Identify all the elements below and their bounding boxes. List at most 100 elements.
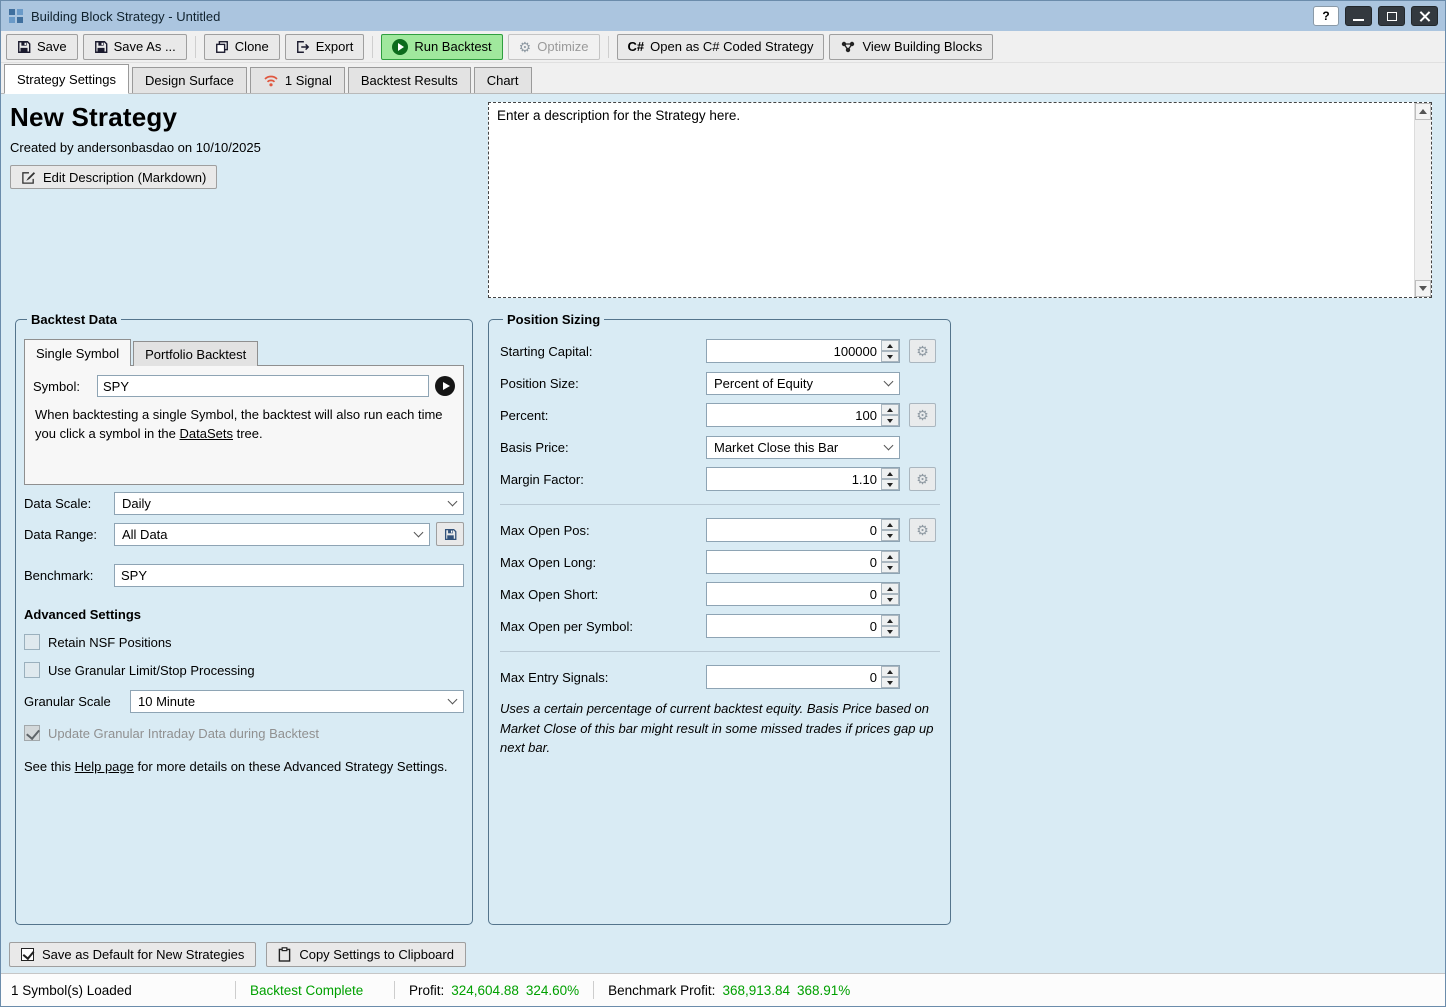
minimize-button[interactable] [1345, 6, 1372, 26]
decrement-button[interactable] [881, 351, 899, 362]
data-range-dropdown[interactable]: All Data [114, 523, 430, 546]
separator [500, 504, 940, 505]
decrement-button[interactable] [881, 530, 899, 541]
up-arrow-icon [887, 587, 893, 591]
created-by-text: Created by andersonbasdao on 10/10/2025 [10, 140, 470, 155]
scroll-track[interactable] [1415, 120, 1431, 280]
data-range-label: Data Range: [24, 527, 114, 542]
separator [500, 651, 940, 652]
copy-settings-button[interactable]: Copy Settings to Clipboard [266, 942, 466, 967]
symbol-go-button[interactable] [435, 376, 455, 396]
retain-nsf-checkbox[interactable]: Retain NSF Positions [24, 634, 464, 650]
view-building-blocks-label: View Building Blocks [862, 39, 982, 54]
backtest-data-title: Backtest Data [27, 312, 121, 327]
run-backtest-button[interactable]: Run Backtest [381, 34, 502, 60]
granular-scale-value: 10 Minute [138, 694, 195, 709]
description-textarea[interactable]: Enter a description for the Strategy her… [489, 103, 1414, 297]
single-symbol-panel: Symbol: When backtesting a single Symbol… [24, 365, 464, 485]
down-arrow-icon [887, 419, 893, 423]
save-button[interactable]: Save [6, 34, 78, 60]
position-size-label: Position Size: [500, 376, 706, 391]
basis-price-dropdown[interactable]: Market Close this Bar [706, 436, 900, 459]
increment-button[interactable] [881, 468, 899, 479]
help-button[interactable]: ? [1313, 6, 1339, 26]
increment-button[interactable] [881, 519, 899, 530]
view-building-blocks-button[interactable]: View Building Blocks [829, 34, 993, 60]
export-label: Export [316, 39, 354, 54]
tab-portfolio-backtest[interactable]: Portfolio Backtest [133, 341, 258, 366]
benchmark-profit-value: 368,913.84 [722, 983, 790, 998]
clone-label: Clone [235, 39, 269, 54]
max-open-pos-settings-button[interactable]: ⚙ [909, 518, 936, 542]
increment-button[interactable] [881, 666, 899, 677]
increment-button[interactable] [881, 583, 899, 594]
edit-icon [21, 170, 36, 185]
increment-button[interactable] [881, 404, 899, 415]
max-entry-signals-input[interactable] [707, 666, 881, 688]
data-scale-label: Data Scale: [24, 496, 114, 511]
save-default-button[interactable]: Save as Default for New Strategies [9, 942, 256, 967]
percent-label: Percent: [500, 408, 706, 423]
tab-label: Chart [487, 73, 519, 88]
tab-signals[interactable]: 1 Signal [250, 67, 345, 93]
increment-button[interactable] [881, 551, 899, 562]
decrement-button[interactable] [881, 677, 899, 688]
checkbox-checked-icon [24, 725, 40, 741]
close-icon [1419, 11, 1430, 22]
decrement-button[interactable] [881, 594, 899, 605]
starting-capital-settings-button[interactable]: ⚙ [909, 339, 936, 363]
scroll-up-button[interactable] [1415, 103, 1431, 120]
save-data-range-button[interactable] [436, 522, 464, 546]
tab-label: Design Surface [145, 73, 234, 88]
toolbar: Save Save As ... Clone Export Run B [1, 31, 1445, 63]
tab-backtest-results[interactable]: Backtest Results [348, 67, 471, 93]
decrement-button[interactable] [881, 479, 899, 490]
max-open-per-symbol-input[interactable] [707, 615, 881, 637]
tab-label: Backtest Results [361, 73, 458, 88]
increment-button[interactable] [881, 615, 899, 626]
benchmark-input[interactable] [114, 564, 464, 587]
decrement-button[interactable] [881, 562, 899, 573]
tab-single-symbol[interactable]: Single Symbol [24, 339, 131, 366]
percent-input[interactable] [707, 404, 881, 426]
max-open-long-input[interactable] [707, 551, 881, 573]
tab-label: Portfolio Backtest [145, 347, 246, 362]
description-scrollbar[interactable] [1414, 103, 1431, 297]
granular-limit-label: Use Granular Limit/Stop Processing [48, 663, 255, 678]
increment-button[interactable] [881, 340, 899, 351]
tab-chart[interactable]: Chart [474, 67, 532, 93]
granular-limit-checkbox[interactable]: Use Granular Limit/Stop Processing [24, 662, 464, 678]
up-arrow-icon [887, 555, 893, 559]
help-page-link[interactable]: Help page [75, 759, 134, 774]
data-scale-dropdown[interactable]: Daily [114, 492, 464, 515]
save-as-button[interactable]: Save As ... [83, 34, 187, 60]
max-open-short-input[interactable] [707, 583, 881, 605]
margin-factor-settings-button[interactable]: ⚙ [909, 467, 936, 491]
save-as-label: Save As ... [114, 39, 176, 54]
starting-capital-input[interactable] [707, 340, 881, 362]
scroll-up-icon [1419, 109, 1427, 114]
position-size-dropdown[interactable]: Percent of Equity [706, 372, 900, 395]
down-arrow-icon [887, 566, 893, 570]
edit-description-button[interactable]: Edit Description (Markdown) [10, 165, 217, 189]
granular-scale-label: Granular Scale [24, 694, 130, 709]
max-open-pos-input[interactable] [707, 519, 881, 541]
margin-factor-input[interactable] [707, 468, 881, 490]
symbol-input[interactable] [97, 375, 429, 397]
chevron-down-icon [448, 695, 458, 705]
tab-design-surface[interactable]: Design Surface [132, 67, 247, 93]
tab-strategy-settings[interactable]: Strategy Settings [4, 64, 129, 94]
export-button[interactable]: Export [285, 34, 365, 60]
decrement-button[interactable] [881, 415, 899, 426]
datasets-link[interactable]: DataSets [180, 426, 233, 441]
down-arrow-icon [887, 630, 893, 634]
open-csharp-button[interactable]: C# Open as C# Coded Strategy [617, 34, 825, 60]
close-button[interactable] [1411, 6, 1438, 26]
granular-scale-dropdown[interactable]: 10 Minute [130, 690, 464, 713]
percent-settings-button[interactable]: ⚙ [909, 403, 936, 427]
clone-button[interactable]: Clone [204, 34, 280, 60]
maximize-button[interactable] [1378, 6, 1405, 26]
scroll-down-button[interactable] [1415, 280, 1431, 297]
building-blocks-icon [840, 40, 856, 54]
decrement-button[interactable] [881, 626, 899, 637]
